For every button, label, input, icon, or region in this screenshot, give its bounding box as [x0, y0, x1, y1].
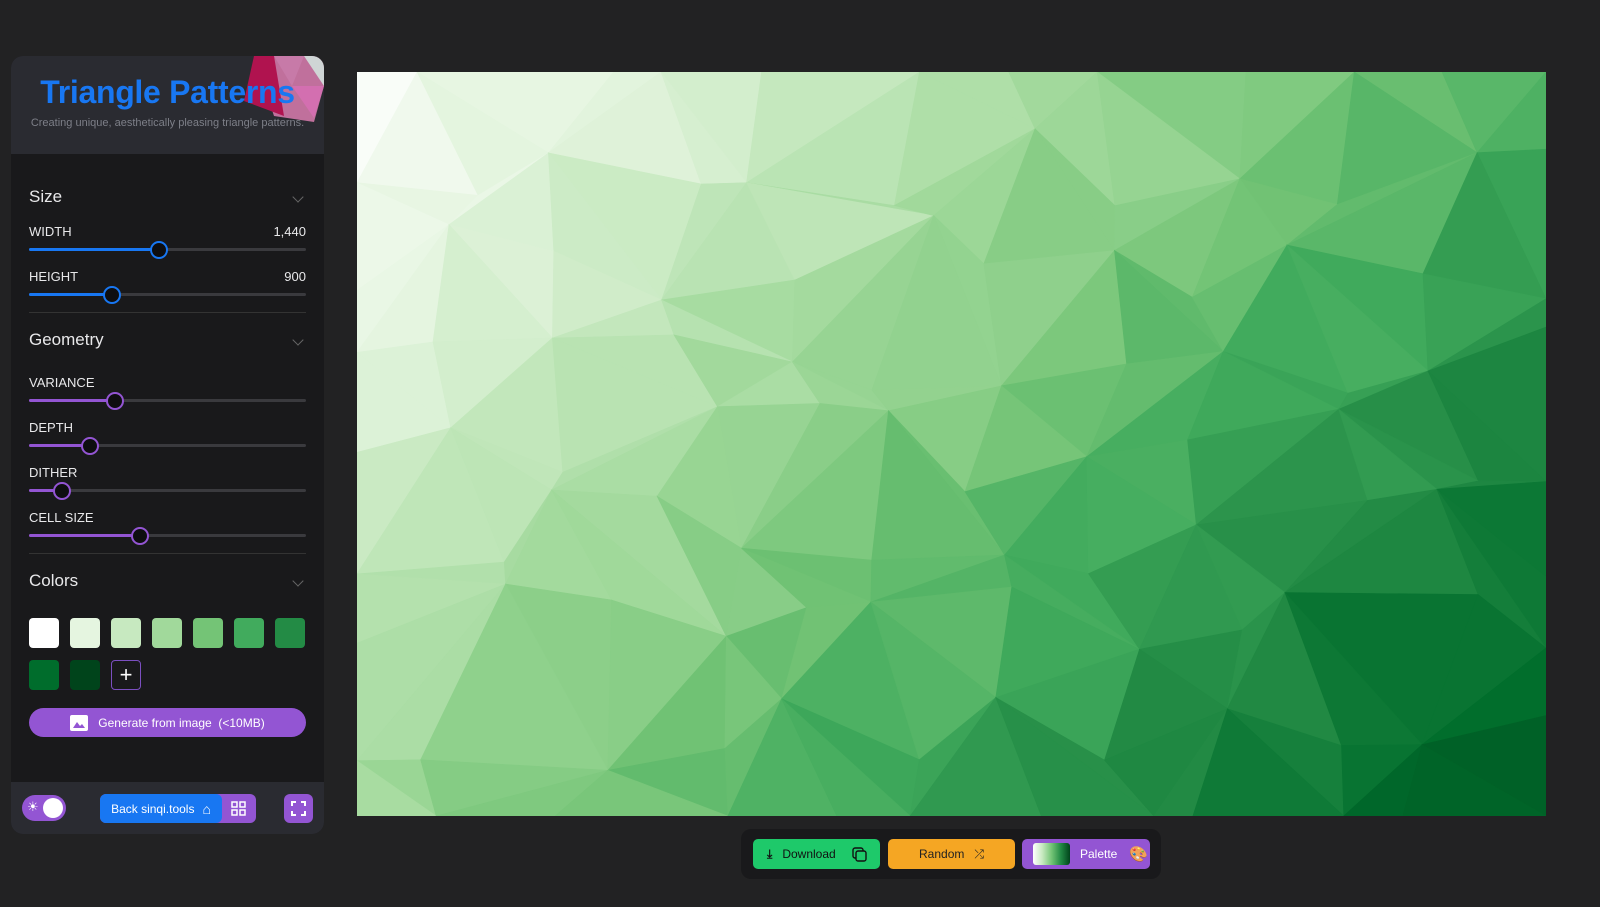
color-swatch[interactable]: [275, 618, 305, 648]
depth-label: DEPTH: [29, 420, 74, 435]
download-icon: ⤓: [767, 846, 773, 861]
dither-slider[interactable]: [29, 480, 306, 500]
height-slider[interactable]: [29, 284, 306, 304]
width-slider[interactable]: [29, 239, 306, 259]
generate-from-image-button[interactable]: Generate from image (<10MB): [29, 708, 306, 737]
copy-icon[interactable]: [851, 846, 867, 862]
height-label: HEIGHT: [29, 269, 79, 284]
back-group: Back sinqi.tools ⌂: [100, 794, 256, 823]
generate-label: Generate from image (<10MB): [98, 715, 265, 730]
dither-label: DITHER: [29, 465, 78, 480]
depth-slider[interactable]: [29, 435, 306, 455]
chevron-down-icon: [292, 575, 304, 587]
color-swatch[interactable]: [111, 618, 141, 648]
divider: [29, 312, 306, 313]
width-label: WIDTH: [29, 224, 72, 239]
color-swatch[interactable]: [193, 618, 223, 648]
add-color-button[interactable]: +: [111, 660, 141, 690]
back-sinqi-tools-button[interactable]: Back sinqi.tools ⌂: [100, 794, 222, 823]
pattern-canvas: [357, 72, 1546, 816]
color-swatch[interactable]: [70, 618, 100, 648]
palette-preview: [1033, 843, 1070, 865]
cell-size-label: CELL SIZE: [29, 510, 94, 525]
home-icon: ⌂: [202, 800, 211, 817]
size-title: Size: [29, 187, 63, 206]
sidebar-footer: ☀ Back sinqi.tools ⌂: [11, 782, 324, 834]
shuffle-icon: ⤮: [974, 846, 984, 861]
geometry-section-header[interactable]: Geometry: [29, 323, 306, 357]
download-button[interactable]: ⤓ Download: [753, 839, 880, 869]
theme-toggle[interactable]: ☀: [22, 795, 66, 821]
fullscreen-icon: [291, 801, 306, 816]
chevron-down-icon: [292, 334, 304, 346]
variance-label: VARIANCE: [29, 375, 95, 390]
size-section-header[interactable]: Size: [29, 180, 306, 214]
sun-icon: ☀: [27, 799, 39, 814]
colors-title: Colors: [29, 571, 79, 590]
back-label: Back sinqi.tools: [111, 801, 195, 816]
grid-icon[interactable]: [231, 801, 246, 816]
bottom-toolbar: ⤓ Download Random ⤮ Palette 🎨: [741, 829, 1161, 879]
header: Triangle Patterns Creating unique, aesth…: [11, 56, 324, 154]
size-section: Size WIDTH 1,440 HEIGHT 900 Geometry VARIA…: [11, 180, 324, 737]
divider: [29, 553, 306, 554]
color-swatch[interactable]: [29, 660, 59, 690]
app-subtitle: Creating unique, aesthetically pleasing …: [30, 117, 305, 129]
color-swatch[interactable]: [234, 618, 264, 648]
random-button[interactable]: Random ⤮: [888, 839, 1015, 869]
app-title: Triangle Patterns: [40, 74, 295, 110]
palette-button[interactable]: Palette 🎨: [1022, 839, 1150, 869]
color-swatch[interactable]: [152, 618, 182, 648]
color-swatch[interactable]: [29, 618, 59, 648]
fullscreen-button[interactable]: [284, 794, 313, 823]
palette-label: Palette: [1080, 847, 1118, 861]
color-swatch[interactable]: [70, 660, 100, 690]
random-label: Random: [919, 847, 965, 861]
color-swatches: +: [29, 618, 306, 690]
height-value: 900: [284, 269, 306, 284]
sidebar: Triangle Patterns Creating unique, aesth…: [11, 56, 324, 834]
colors-section-header[interactable]: Colors: [29, 564, 306, 598]
palette-icon: 🎨: [1129, 846, 1149, 863]
width-value: 1,440: [273, 224, 306, 239]
chevron-down-icon: [292, 191, 304, 203]
cell-size-slider[interactable]: [29, 525, 306, 545]
variance-slider[interactable]: [29, 390, 306, 410]
geometry-title: Geometry: [29, 330, 104, 349]
image-icon: [70, 714, 89, 731]
download-label: Download: [782, 847, 836, 861]
